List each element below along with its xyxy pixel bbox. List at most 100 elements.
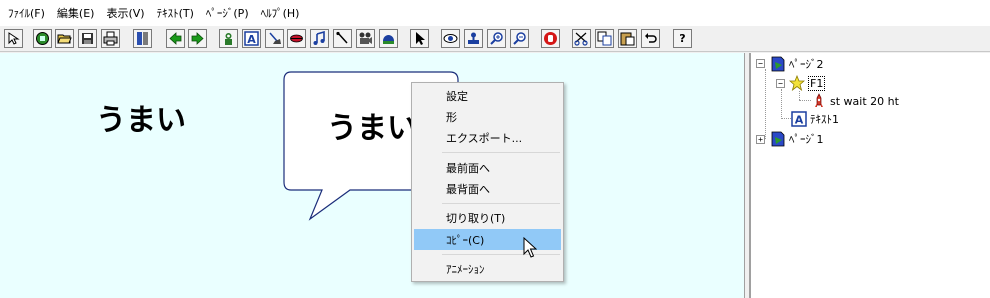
menu-help[interactable]: ﾍﾙﾌﾟ(H) bbox=[257, 5, 304, 21]
character-button[interactable] bbox=[219, 29, 238, 48]
tree-connector bbox=[781, 89, 782, 119]
pointer-icon bbox=[416, 32, 425, 45]
hand-icon bbox=[544, 32, 557, 45]
save-button[interactable] bbox=[78, 29, 97, 48]
tree-expand-toggle[interactable]: + bbox=[756, 135, 765, 144]
tree-node-f1[interactable]: F1 bbox=[789, 74, 826, 92]
stop-button[interactable] bbox=[33, 29, 52, 48]
bubble-text[interactable]: うまい bbox=[327, 103, 417, 147]
svg-text:A: A bbox=[795, 114, 804, 127]
page-canvas[interactable]: うまい うまい bbox=[0, 53, 745, 298]
context-item-export[interactable]: エクスポート... bbox=[414, 127, 561, 148]
undo-button[interactable] bbox=[641, 29, 660, 48]
print-button[interactable] bbox=[101, 29, 120, 48]
back-button[interactable] bbox=[166, 29, 185, 48]
music-button[interactable] bbox=[310, 29, 329, 48]
panel-icon bbox=[137, 32, 148, 45]
panel-button[interactable] bbox=[133, 29, 152, 48]
back-arrow-icon bbox=[169, 32, 182, 45]
hand-button[interactable] bbox=[541, 29, 560, 48]
context-item-shape[interactable]: 形 bbox=[414, 106, 561, 127]
rocket-icon bbox=[811, 93, 827, 109]
tree-connector bbox=[765, 69, 766, 139]
helmet-icon bbox=[383, 35, 394, 44]
stop-icon bbox=[36, 32, 49, 45]
tree-node-label: F1 bbox=[808, 75, 826, 91]
open-button[interactable] bbox=[55, 29, 74, 48]
broom-icon bbox=[269, 32, 281, 44]
helmet-button[interactable] bbox=[379, 29, 398, 48]
context-item-cut[interactable]: 切り取り(T) bbox=[414, 207, 561, 228]
star-icon bbox=[789, 75, 805, 91]
lips-button[interactable] bbox=[287, 29, 306, 48]
pen-icon bbox=[336, 31, 348, 44]
broom-button[interactable] bbox=[265, 29, 284, 48]
forward-button[interactable] bbox=[188, 29, 207, 48]
save-icon bbox=[82, 33, 93, 44]
paste-icon bbox=[620, 32, 635, 46]
text-tool-button[interactable]: A bbox=[242, 29, 261, 48]
copy-icon bbox=[597, 31, 612, 46]
menu-view[interactable]: 表示(V) bbox=[102, 5, 148, 21]
tree-collapse-toggle[interactable]: − bbox=[776, 79, 785, 88]
zoom-in-button[interactable] bbox=[487, 29, 506, 48]
menu-file[interactable]: ﾌｧｲﾙ(F) bbox=[4, 5, 49, 21]
scene-tree: − ﾍﾟｰｼﾞ2 − F1 st wait 20 ht A ﾃｷｽﾄ1 + ﾍﾟ… bbox=[750, 53, 990, 298]
zoom-in-icon bbox=[490, 32, 503, 45]
tree-node-page2[interactable]: ﾍﾟｰｼﾞ2 bbox=[770, 55, 824, 73]
open-folder-icon bbox=[57, 34, 72, 44]
context-item-animation[interactable]: ｱﾆﾒｰｼｮﾝ bbox=[414, 258, 561, 279]
context-separator bbox=[442, 203, 560, 204]
context-separator bbox=[442, 152, 560, 153]
page-icon bbox=[770, 131, 786, 147]
menu-text[interactable]: ﾃｷｽﾄ(T) bbox=[153, 5, 198, 21]
character-icon bbox=[225, 33, 232, 45]
cut-icon bbox=[574, 32, 588, 46]
paste-button[interactable] bbox=[618, 29, 637, 48]
menu-page[interactable]: ﾍﾟｰｼﾞ(P) bbox=[202, 5, 253, 21]
copy-button[interactable] bbox=[595, 29, 614, 48]
help-button[interactable]: ? bbox=[673, 29, 692, 48]
stamp-button[interactable] bbox=[464, 29, 483, 48]
tree-connector bbox=[799, 91, 800, 100]
eye-icon bbox=[443, 34, 458, 43]
context-item-settings[interactable]: 設定 bbox=[414, 85, 561, 106]
context-menu: 設定 形 エクスポート... 最前面へ 最背面へ 切り取り(T) ｺﾋﾟｰ(C)… bbox=[411, 82, 564, 282]
tree-node-wait[interactable]: st wait 20 ht bbox=[811, 92, 899, 110]
menu-edit[interactable]: 編集(E) bbox=[53, 5, 99, 21]
tree-connector bbox=[799, 100, 811, 101]
zoom-out-button[interactable] bbox=[510, 29, 529, 48]
camera-icon bbox=[359, 32, 372, 44]
tree-node-text1[interactable]: A ﾃｷｽﾄ1 bbox=[791, 110, 839, 128]
context-item-send-to-back[interactable]: 最背面へ bbox=[414, 178, 561, 199]
svg-text:A: A bbox=[247, 33, 256, 46]
music-icon bbox=[313, 31, 325, 45]
lips-icon bbox=[290, 34, 303, 43]
app-window: ﾌｧｲﾙ(F) 編集(E) 表示(V) ﾃｷｽﾄ(T) ﾍﾟｰｼﾞ(P) ﾍﾙﾌ… bbox=[0, 0, 990, 298]
mouse-cursor-icon bbox=[523, 237, 537, 258]
pointer-button[interactable] bbox=[410, 29, 429, 48]
context-item-copy[interactable]: ｺﾋﾟｰ(C) bbox=[414, 229, 561, 250]
tree-connector bbox=[781, 118, 791, 119]
text-icon: A bbox=[791, 111, 807, 127]
toolbar: A ? bbox=[0, 26, 990, 52]
page-icon bbox=[770, 56, 786, 72]
cut-button[interactable] bbox=[572, 29, 591, 48]
context-separator bbox=[442, 254, 560, 255]
undo-icon bbox=[645, 33, 657, 43]
pen-button[interactable] bbox=[333, 29, 352, 48]
stamp-icon bbox=[468, 32, 479, 44]
text-icon: A bbox=[244, 31, 259, 46]
tree-node-label: st wait 20 ht bbox=[830, 94, 899, 108]
forward-arrow-icon bbox=[191, 32, 204, 45]
camera-button[interactable] bbox=[356, 29, 375, 48]
context-item-bring-to-front[interactable]: 最前面へ bbox=[414, 157, 561, 178]
select-tool-button[interactable] bbox=[4, 29, 23, 48]
tree-node-page1[interactable]: ﾍﾟｰｼﾞ1 bbox=[770, 130, 824, 148]
help-icon: ? bbox=[679, 32, 686, 45]
zoom-out-icon bbox=[513, 32, 526, 45]
canvas-text-1[interactable]: うまい bbox=[96, 95, 186, 139]
tree-collapse-toggle[interactable]: − bbox=[756, 59, 765, 68]
eye-button[interactable] bbox=[441, 29, 460, 48]
tree-node-label: ﾃｷｽﾄ1 bbox=[810, 113, 839, 126]
